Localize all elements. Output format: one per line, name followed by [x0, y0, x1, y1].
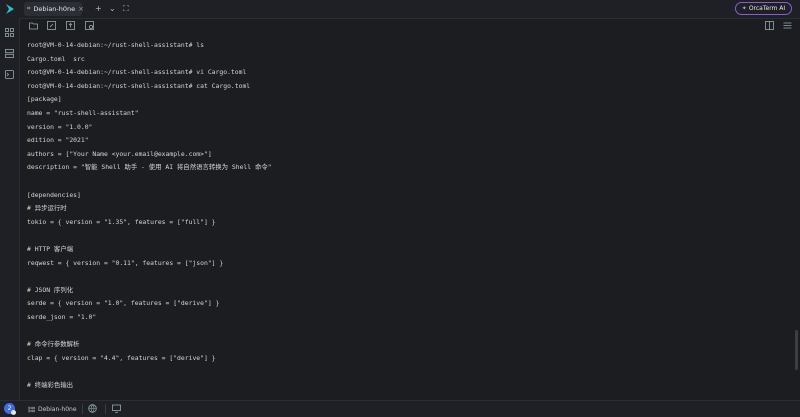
orcaterm-logo-icon — [6, 4, 14, 14]
terminal-line: edition = "2021" — [27, 136, 89, 145]
chevron-down-icon[interactable]: ⌄ — [109, 3, 116, 15]
terminal-tab-icon: ⌗ — [27, 5, 31, 12]
close-tab-icon[interactable]: × — [78, 5, 84, 13]
terminal-line: [dependencies] — [27, 190, 81, 199]
menu-icon[interactable] — [783, 21, 792, 30]
fullscreen-icon[interactable]: ⛶ — [123, 3, 129, 15]
folder-icon[interactable] — [29, 21, 38, 30]
terminal-output[interactable]: root@VM-0-14-debian:~/rust-shell-assista… — [27, 36, 787, 396]
terminal-line: root@VM-0-14-debian:~/rust-shell-assista… — [27, 81, 251, 90]
terminal-line: [package] — [27, 95, 62, 104]
edit-icon[interactable] — [47, 21, 56, 30]
divider — [105, 404, 106, 414]
terminal-line: reqwest = { version = "0.11", features =… — [27, 258, 224, 267]
terminal-line: name = "rust-shell-assistant" — [27, 109, 139, 117]
terminal-line: # 终端彩色输出 — [27, 381, 74, 389]
terminal-line: version = "1.0.0" — [27, 122, 93, 131]
terminal-line: # 命令行参数解析 — [27, 340, 80, 349]
monitor-icon[interactable] — [112, 404, 121, 413]
session-indicator[interactable]: Debian-h0ne — [28, 403, 77, 415]
split-view-icon[interactable] — [765, 21, 774, 30]
terminal-line: Cargo.toml src — [27, 54, 85, 63]
new-tab-icon[interactable]: + — [95, 3, 102, 15]
terminal-line: serde_json = "1.0" — [27, 313, 97, 321]
terminal-line: clap = { version = "4.4", features = ["d… — [27, 353, 216, 362]
terminal-line: description = "智能 Shell 助手 - 使用 AI 将自然语言… — [27, 163, 272, 172]
upload-icon[interactable] — [66, 21, 75, 30]
terminal-line: # 异步运行时 — [27, 204, 67, 213]
grid-apps-icon[interactable] — [5, 28, 14, 37]
session-tree-icon — [28, 406, 35, 412]
terminal-scrollbar[interactable] — [795, 330, 798, 370]
left-sidebar — [0, 18, 20, 400]
ai-button-label: OrcaTerm AI — [748, 5, 786, 12]
terminal-line: serde = { version = "1.0", features = ["… — [27, 299, 220, 308]
tab-debian-h0ne[interactable]: ⌗ Debian-h0ne × — [24, 2, 84, 16]
server-list-icon[interactable] — [5, 49, 14, 58]
title-bar: ⌗ Debian-h0ne × + ⌄ ⛶ ✦ OrcaTerm AI — [0, 0, 800, 19]
avatar-status-badge — [11, 410, 16, 415]
ai-spark-icon: ✦ — [741, 5, 747, 12]
orcaterm-ai-button[interactable]: ✦ OrcaTerm AI — [735, 2, 792, 15]
terminal-toolbar — [20, 18, 800, 34]
session-label: Debian-h0ne — [38, 405, 77, 413]
globe-icon[interactable] — [88, 404, 97, 413]
terminal-line: tokio = { version = "1.35", features = [… — [27, 217, 216, 226]
snippet-icon[interactable] — [85, 21, 94, 30]
divider — [82, 404, 83, 414]
terminal-line: root@VM-0-14-debian:~/rust-shell-assista… — [27, 68, 247, 77]
terminal-line: # JSON 序列化 — [27, 285, 74, 294]
terminal-line: authors = ["Your Name <your.email@exampl… — [27, 149, 212, 158]
terminal-line: # HTTP 客户端 — [27, 245, 74, 253]
terminal-line: root@VM-0-14-debian:~/rust-shell-assista… — [27, 41, 204, 49]
status-bar: 2 Debian-h0ne — [0, 400, 800, 417]
terminal-icon[interactable] — [5, 70, 14, 79]
tab-label: Debian-h0ne — [33, 5, 76, 13]
